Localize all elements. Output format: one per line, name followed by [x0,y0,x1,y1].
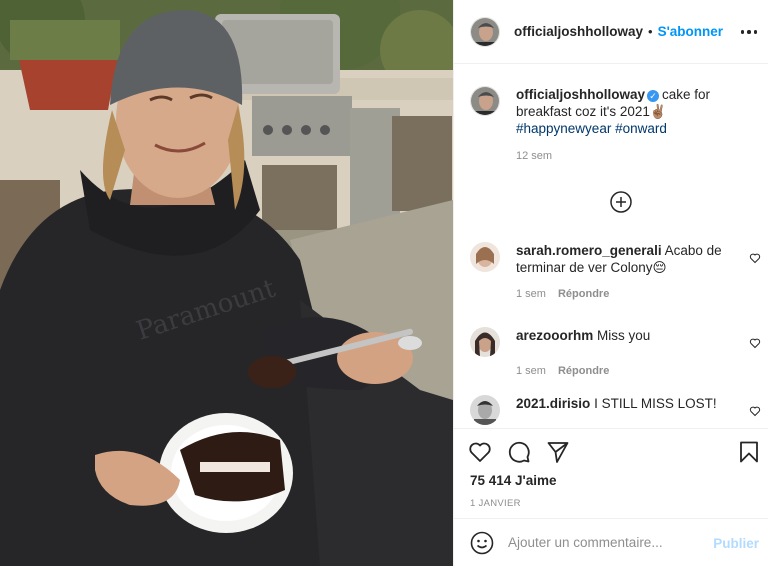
post-caption: officialjoshholloway ✓ cake for breakfast … [470,86,760,165]
comment-time: 1 sem [516,365,546,377]
comment-username[interactable]: arezooorhm [516,328,593,343]
like-count[interactable]: 75 414 J'aime [470,473,557,488]
caption-text-block: officialjoshholloway ✓ cake for breakfast … [516,86,760,165]
comment-body: 2021.dirisio I STILL MISS LOST! [516,395,738,425]
post-sidebar: officialjoshholloway • S'abonner officia… [453,0,768,566]
post-date: 1 JANVIER [470,498,521,509]
heart-icon[interactable] [749,405,761,417]
caption-timestamp: 12 sem [516,150,553,162]
post-header: officialjoshholloway • S'abonner [454,0,768,64]
more-dot [753,30,758,34]
avatar-image [471,17,499,46]
commenter-avatar[interactable] [470,242,500,272]
reply-button[interactable]: Répondre [558,365,609,377]
more-dot [740,30,745,34]
follow-button[interactable]: S'abonner [658,24,723,39]
publish-button[interactable]: Publier [713,536,759,551]
comment-body: sarah.romero_generali Acabo de terminar … [516,242,738,303]
avatar-image [470,242,500,272]
caption-author-avatar[interactable] [470,86,500,116]
plus-circle-icon[interactable] [609,190,633,214]
paper-plane-icon[interactable] [546,440,570,464]
avatar-image [470,327,500,357]
post-photo: Paramount [0,0,453,566]
bookmark-icon[interactable] [737,440,761,464]
post-photo-illustration: Paramount [0,0,453,566]
smiley-icon[interactable] [470,531,494,555]
more-dot [747,30,751,34]
comment-text: Miss you [597,328,651,343]
author-avatar[interactable] [470,16,500,47]
comment-username[interactable]: sarah.romero_generali [516,243,662,258]
commenter-avatar[interactable] [470,327,500,357]
more-options-icon[interactable] [739,22,759,42]
verified-badge-icon: ✓ [647,90,660,102]
comment-bubble-icon[interactable] [507,440,531,464]
comment-meta: 1 sem Répondre [516,286,738,303]
post-actions: 75 414 J'aime 1 JANVIER [454,428,768,518]
separator-dot: • [648,24,653,39]
comment-composer: Publier [454,518,768,566]
heart-icon[interactable] [749,252,761,264]
hashtag-link[interactable]: #happynewyear [516,121,611,136]
hashtag-link[interactable]: #onward [615,121,667,136]
commenter-avatar[interactable] [470,395,500,425]
heart-icon[interactable] [749,337,761,349]
avatar-image [471,87,499,115]
comment-item: 2021.dirisio I STILL MISS LOST! [470,395,765,425]
comment-input[interactable] [508,535,708,550]
avatar-image [470,395,500,425]
comment-time: 1 sem [516,288,546,300]
comment-username[interactable]: 2021.dirisio [516,396,590,411]
heart-icon[interactable] [468,440,492,464]
caption-username[interactable]: officialjoshholloway [516,87,645,102]
comment-body: arezooorhm Miss you 1 sem Répondre [516,327,738,380]
comment-item: arezooorhm Miss you 1 sem Répondre [470,327,765,380]
comment-text: I STILL MISS LOST! [594,396,717,411]
comment-meta: 1 sem Répondre [516,363,738,380]
comment-item: sarah.romero_generali Acabo de terminar … [470,242,765,303]
author-username[interactable]: officialjoshholloway [514,24,643,39]
reply-button[interactable]: Répondre [558,288,609,300]
